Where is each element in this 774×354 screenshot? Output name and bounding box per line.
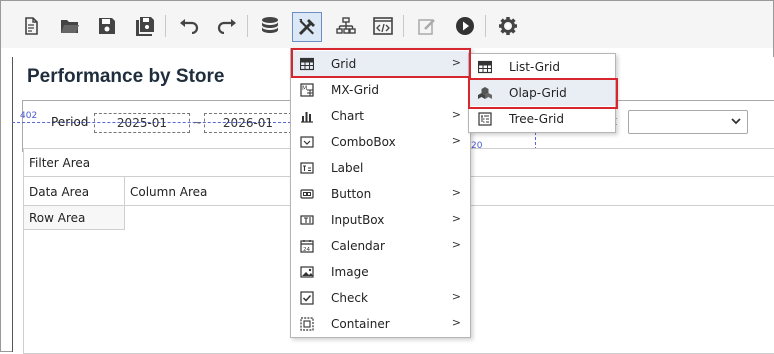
database-icon[interactable] [257,13,283,39]
size-label-left: 402 [20,111,38,121]
menu-item-label: ComboBox [331,135,396,149]
save-icon[interactable] [94,13,120,39]
combobox-icon [300,136,314,148]
menu-item-container[interactable]: Container > [291,311,470,337]
save-all-icon[interactable] [132,13,158,39]
redo-icon[interactable] [214,13,240,39]
submenu-item-tree-grid[interactable]: Tree-Grid [469,106,615,132]
menu-item-combobox[interactable]: ComboBox > [291,129,470,155]
chevron-right-icon: > [451,186,461,199]
menu-item-label: MX-Grid [331,83,379,97]
store-select[interactable] [628,110,748,134]
submenu-item-label: Tree-Grid [509,112,564,126]
component-menu: Grid > M MX-Grid Chart > ComboBox > Labe… [290,48,471,338]
chevron-right-icon: > [451,108,461,121]
chart-icon [301,112,313,123]
edit-icon[interactable] [414,13,440,39]
row-area-label: Row Area [29,211,86,225]
toolbar [1,1,773,48]
menu-item-image[interactable]: Image [291,259,470,285]
date-to-field[interactable]: 2026-01 [204,113,292,133]
svg-text:M: M [302,85,307,92]
column-area-label: Column Area [130,185,208,199]
menu-item-calendar[interactable]: 24 Calendar > [291,233,470,259]
menu-item-label: Label [331,161,364,175]
chevron-right-icon: > [451,290,461,303]
highlight-olap-grid [468,78,618,109]
menu-item-label: InputBox [331,213,385,227]
tools-icon[interactable] [292,12,322,42]
menu-item-label: Calendar [331,239,385,253]
gear-icon[interactable] [495,13,521,39]
date-from-field[interactable]: 2025-01 [94,113,190,133]
menu-item-label: Chart [331,109,364,123]
submenu-item-label: List-Grid [509,60,560,74]
design-guide-line-vertical [22,100,23,152]
menu-item-label: Check [331,291,368,305]
menu-item-label: Container [331,317,390,331]
menu-item-label: Button [331,187,372,201]
container-icon [300,317,314,331]
chevron-right-icon: > [451,238,461,251]
svg-text:24: 24 [303,247,310,253]
list-grid-icon [478,60,492,74]
new-file-icon[interactable] [18,13,44,39]
chevron-right-icon: > [451,212,461,225]
chevron-right-icon: > [451,316,461,329]
data-area-label: Data Area [29,185,90,199]
menu-item-inputbox[interactable]: InputBox > [291,207,470,233]
toolbar-separator [485,15,486,37]
toolbar-separator [165,15,166,37]
toolbar-separator [247,15,248,37]
label-icon [300,162,314,174]
submenu-item-list-grid[interactable]: List-Grid [469,54,615,80]
period-label: Period [51,115,89,129]
menu-item-button[interactable]: Button > [291,181,470,207]
open-folder-icon[interactable] [57,13,83,39]
filter-area-label: Filter Area [29,156,91,170]
page-title: Performance by Store [27,66,225,87]
chevron-down-icon [731,118,741,125]
run-icon[interactable] [452,13,478,39]
menu-item-label: Image [331,265,369,279]
menu-item-mx-grid[interactable]: M MX-Grid [291,77,470,103]
highlight-grid [291,48,471,78]
button-icon [300,189,314,199]
row-area[interactable]: Row Area [24,206,125,230]
menu-item-label[interactable]: Label [291,155,470,181]
toolbar-separator [403,15,404,37]
inputbox-icon [300,215,314,225]
menu-item-check[interactable]: Check > [291,285,470,311]
mx-grid-icon: M [300,83,314,97]
code-icon[interactable] [370,13,396,39]
check-icon [300,291,314,305]
chevron-right-icon: > [451,134,461,147]
data-area[interactable]: Data Area [24,177,125,206]
tree-grid-icon [478,112,492,126]
hierarchy-icon[interactable] [333,13,359,39]
undo-icon[interactable] [176,13,202,39]
menu-item-chart[interactable]: Chart > [291,103,470,129]
range-tilde: ~ [193,116,203,129]
calendar-icon: 24 [300,240,314,253]
image-icon [300,266,314,278]
